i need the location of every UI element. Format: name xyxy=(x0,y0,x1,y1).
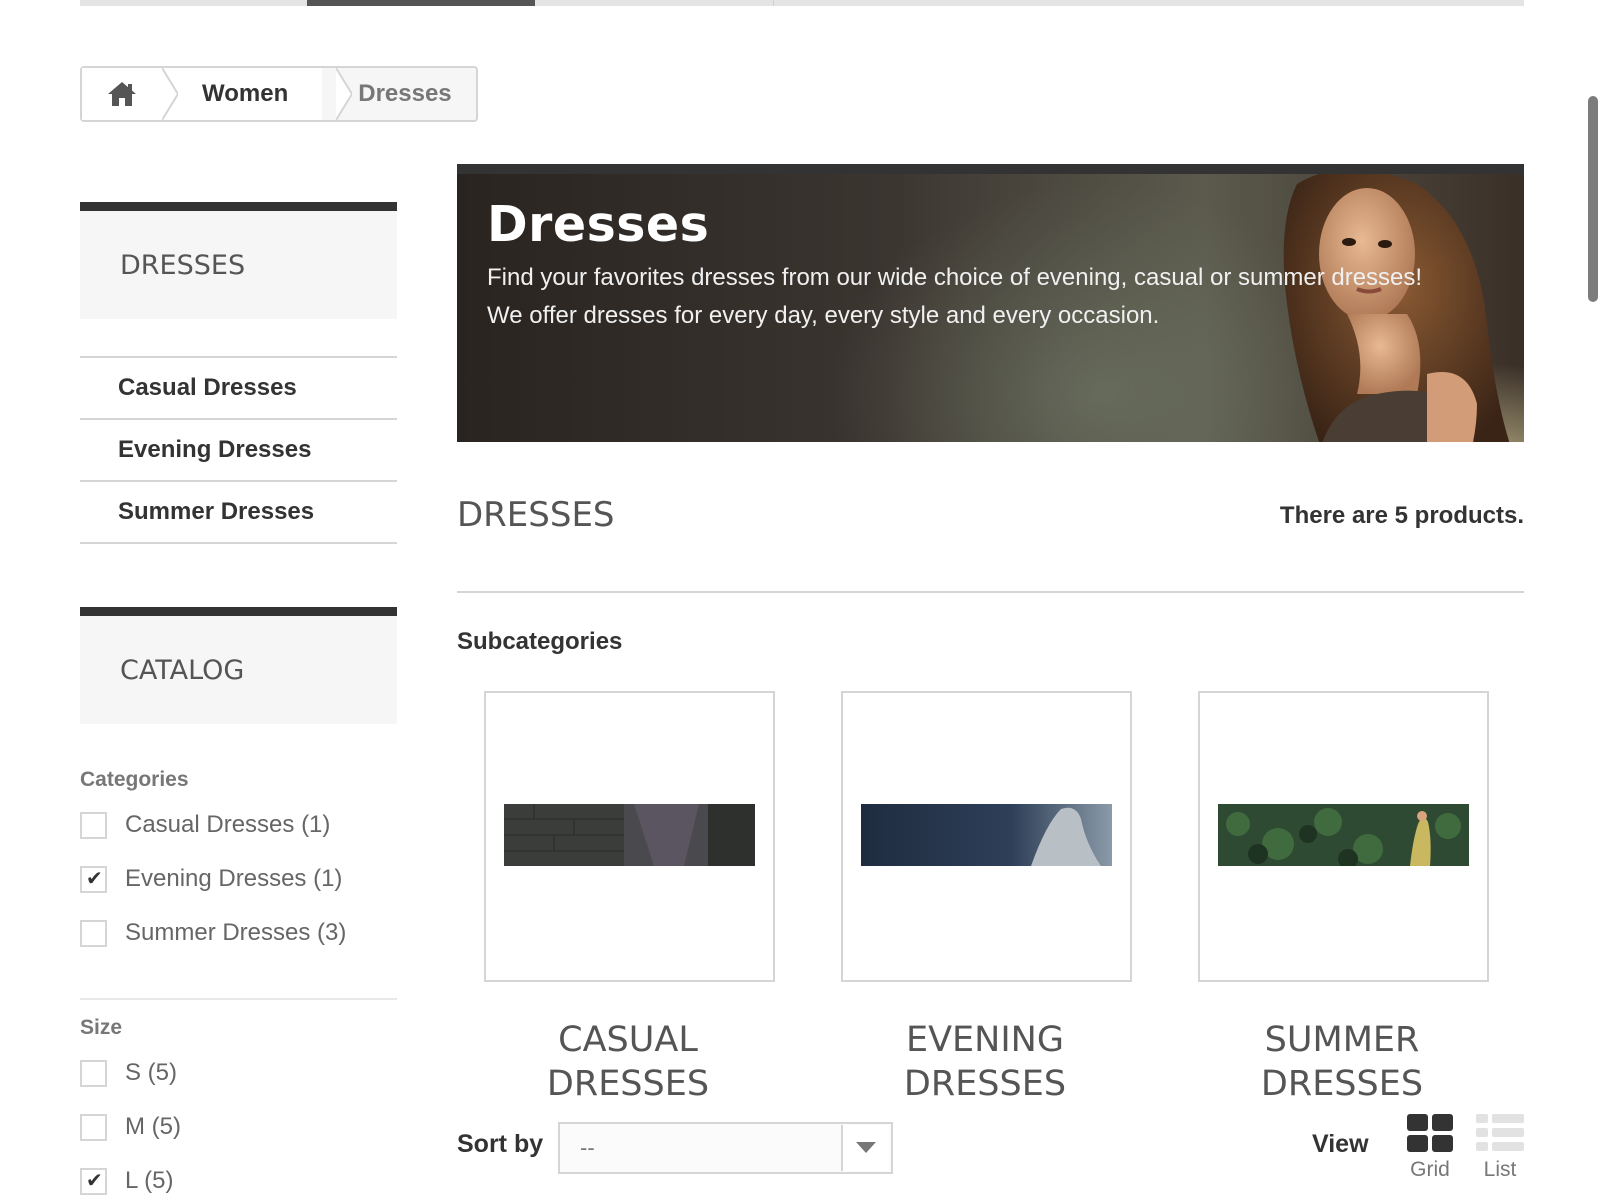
filter-divider xyxy=(80,998,397,1000)
sort-by-label: Sort by xyxy=(457,1130,544,1158)
banner-model-image xyxy=(1283,174,1510,442)
filter-option-label: Summer Dresses (3) xyxy=(125,919,347,946)
top-nav-active-tab[interactable] xyxy=(307,0,535,6)
subcategory-card-summer[interactable] xyxy=(1198,691,1489,982)
filter-checkbox[interactable] xyxy=(80,1059,107,1087)
subcategory-name-line: DRESSES xyxy=(1260,1064,1424,1104)
breadcrumb-item-women[interactable]: Women xyxy=(162,68,353,120)
filter-option-label: L (5) xyxy=(125,1167,174,1194)
breadcrumb-home[interactable] xyxy=(82,68,178,120)
sidebar-item-label: Summer Dresses xyxy=(118,498,315,525)
breadcrumb-label-dresses: Dresses xyxy=(358,80,452,107)
filter-option-label: Evening Dresses (1) xyxy=(125,865,343,892)
filter-checkbox[interactable] xyxy=(80,1113,107,1141)
filter-option-evening[interactable]: Evening Dresses (1) xyxy=(80,864,342,894)
subcategory-name-line: DRESSES xyxy=(546,1064,710,1104)
subcategory-name-casual[interactable]: CASUAL DRESSES xyxy=(478,1018,778,1106)
subcategory-name-line: CASUAL xyxy=(558,1020,698,1060)
view-label: View xyxy=(1312,1130,1369,1158)
filter-size-title: Size xyxy=(80,1016,123,1039)
view-grid-button[interactable]: Grid xyxy=(1404,1114,1456,1182)
subcategory-image-casual xyxy=(504,804,755,866)
filter-checkbox[interactable] xyxy=(80,811,107,839)
subcategory-card-evening[interactable] xyxy=(841,691,1132,982)
sidebar-block-title: DRESSES xyxy=(120,249,246,281)
list-view-icon xyxy=(1476,1114,1524,1151)
filter-option-label: Casual Dresses (1) xyxy=(125,811,331,838)
category-heading: DRESSES xyxy=(457,495,615,535)
catalog-block: CATALOG xyxy=(80,607,397,724)
page-scrollbar[interactable] xyxy=(1586,0,1600,1200)
subcategory-name-summer[interactable]: SUMMER DRESSES xyxy=(1192,1018,1492,1106)
home-icon xyxy=(108,82,136,106)
sort-dropdown-button[interactable] xyxy=(841,1125,889,1171)
sidebar-item-label: Casual Dresses xyxy=(118,374,297,401)
filter-option-label: M (5) xyxy=(125,1113,181,1140)
subcategory-name-line: DRESSES xyxy=(903,1064,1067,1104)
sidebar-item-casual-dresses[interactable]: Casual Dresses xyxy=(80,356,397,418)
view-list-button[interactable]: List xyxy=(1474,1114,1526,1182)
sidebar-item-label: Evening Dresses xyxy=(118,436,312,463)
view-grid-label: Grid xyxy=(1410,1158,1450,1181)
catalog-title: CATALOG xyxy=(120,654,245,686)
subcategory-name-evening[interactable]: EVENING DRESSES xyxy=(835,1018,1135,1106)
sort-select-value: -- xyxy=(580,1135,595,1160)
subcategory-name-line: SUMMER xyxy=(1264,1020,1420,1060)
filter-option-size-s[interactable]: S (5) xyxy=(80,1058,177,1088)
subcategory-image-summer xyxy=(1218,804,1469,866)
filter-checkbox[interactable] xyxy=(80,919,107,947)
filter-option-casual[interactable]: Casual Dresses (1) xyxy=(80,810,330,840)
grid-view-icon xyxy=(1407,1114,1453,1152)
category-banner: Dresses Find your favorites dresses from… xyxy=(457,164,1524,442)
subcategories-title: Subcategories xyxy=(457,628,623,655)
heading-divider xyxy=(457,591,1524,593)
banner-description-line2: We offer dresses for every day, every st… xyxy=(487,302,1160,329)
scrollbar-thumb[interactable] xyxy=(1588,96,1598,302)
filter-categories-title: Categories xyxy=(80,768,189,791)
filter-option-label: S (5) xyxy=(125,1059,178,1086)
breadcrumb-label-women: Women xyxy=(202,80,289,107)
subcategory-name-line: EVENING xyxy=(906,1020,1064,1060)
banner-title: Dresses xyxy=(487,196,710,253)
top-nav-strip xyxy=(80,0,1524,6)
filter-option-summer[interactable]: Summer Dresses (3) xyxy=(80,918,346,948)
product-count: There are 5 products. xyxy=(1279,502,1524,529)
sidebar-subcategory-list: Casual Dresses Evening Dresses Summer Dr… xyxy=(80,356,397,544)
sidebar-category-block: DRESSES xyxy=(80,202,397,319)
subcategory-image-evening xyxy=(861,804,1112,866)
sort-select[interactable]: -- xyxy=(558,1122,893,1174)
sidebar-item-evening-dresses[interactable]: Evening Dresses xyxy=(80,418,397,480)
sidebar-item-summer-dresses[interactable]: Summer Dresses xyxy=(80,480,397,544)
top-nav-separator xyxy=(773,0,774,6)
chevron-down-icon xyxy=(856,1142,876,1153)
subcategory-card-casual[interactable] xyxy=(484,691,775,982)
filter-checkbox-checked[interactable] xyxy=(80,1167,107,1195)
filter-option-size-l[interactable]: L (5) xyxy=(80,1166,173,1196)
filter-checkbox-checked[interactable] xyxy=(80,865,107,893)
breadcrumb: Women Dresses xyxy=(80,66,478,122)
filter-option-size-m[interactable]: M (5) xyxy=(80,1112,181,1142)
view-list-label: List xyxy=(1483,1158,1517,1181)
banner-description-line1: Find your favorites dresses from our wid… xyxy=(487,264,1423,291)
